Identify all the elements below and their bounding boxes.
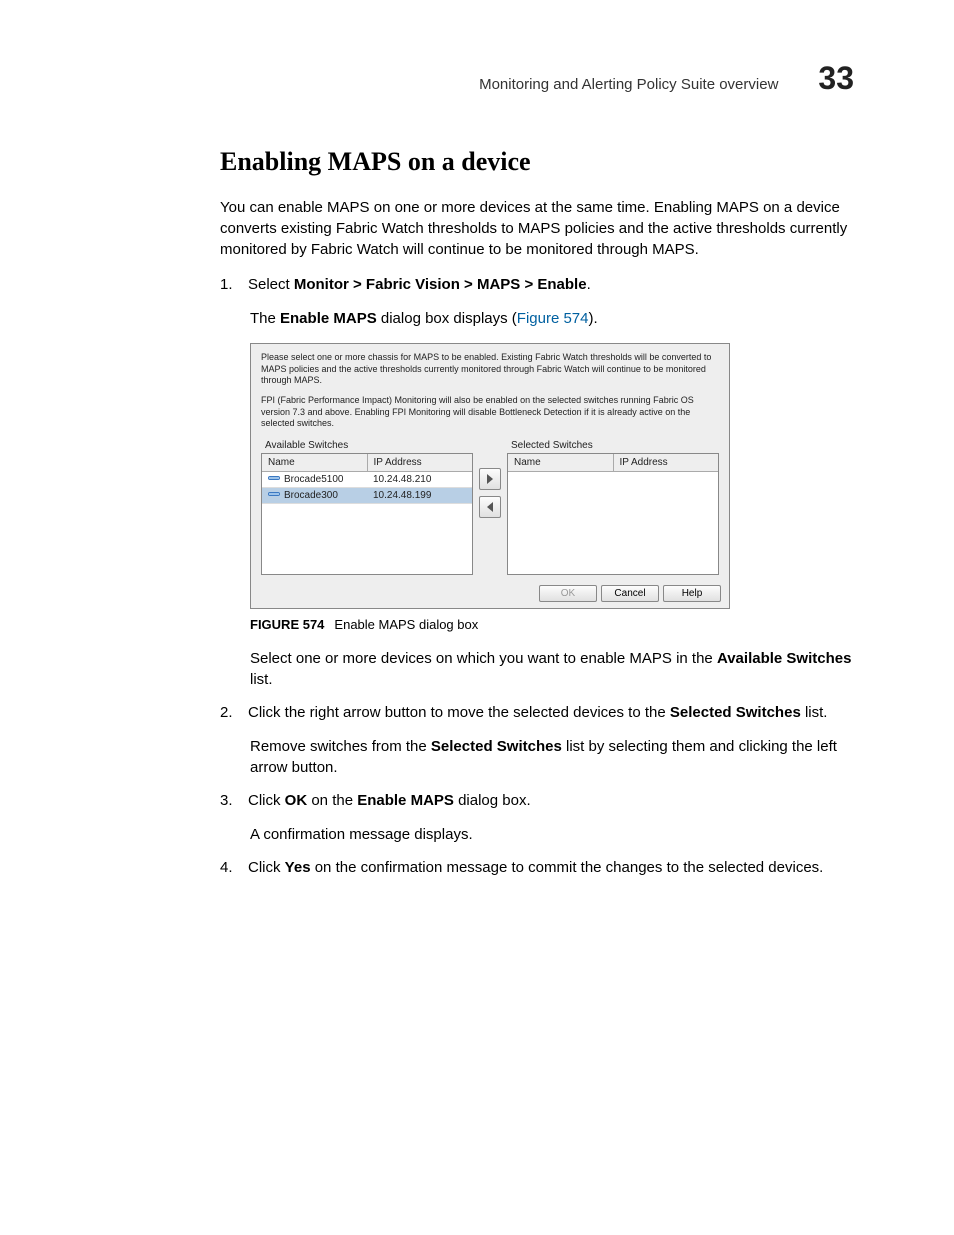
after-figure-text: Select one or more devices on which you … bbox=[250, 648, 854, 690]
text: dialog box displays ( bbox=[377, 310, 517, 327]
text: Remove switches from the bbox=[250, 738, 431, 755]
step-text: Select Monitor > Fabric Vision > MAPS > … bbox=[248, 276, 591, 293]
section-title: Enabling MAPS on a device bbox=[220, 147, 854, 177]
text: list. bbox=[250, 671, 273, 688]
text: ). bbox=[589, 310, 598, 327]
transfer-arrows bbox=[473, 438, 507, 518]
text: The bbox=[250, 310, 280, 327]
text: Click the right arrow button to move the… bbox=[248, 704, 670, 721]
available-switches-title: Available Switches bbox=[261, 438, 473, 453]
menu-path: Monitor > Fabric Vision > MAPS > Enable bbox=[294, 276, 587, 293]
switch-ip: 10.24.48.210 bbox=[367, 472, 472, 487]
figure-label: FIGURE 574 bbox=[250, 617, 324, 632]
text: OK bbox=[285, 792, 308, 809]
help-button[interactable]: Help bbox=[663, 585, 721, 602]
selected-switches-panel: Selected Switches Name IP Address bbox=[507, 438, 719, 575]
chapter-number: 33 bbox=[818, 60, 854, 97]
step-number: 2. bbox=[220, 704, 238, 721]
step-text: Click OK on the Enable MAPS dialog box. bbox=[248, 792, 531, 809]
step2-remove: Remove switches from the Selected Switch… bbox=[250, 736, 854, 778]
text: . bbox=[587, 276, 591, 293]
step-text: Click the right arrow button to move the… bbox=[248, 704, 827, 721]
available-switches-panel: Available Switches Name IP Address Bro bbox=[261, 438, 473, 575]
step-text: Click Yes on the confirmation message to… bbox=[248, 859, 823, 876]
text: Available Switches bbox=[717, 650, 852, 667]
move-right-button[interactable] bbox=[479, 468, 501, 490]
table-header: Name IP Address bbox=[508, 454, 718, 472]
text: Select bbox=[248, 276, 294, 293]
intro-paragraph: You can enable MAPS on one or more devic… bbox=[220, 197, 854, 260]
step3-result: A confirmation message displays. bbox=[250, 824, 854, 845]
switch-icon bbox=[268, 490, 280, 501]
text: Selected Switches bbox=[670, 704, 801, 721]
available-switches-table[interactable]: Name IP Address Brocade5100 10.24.48.210 bbox=[261, 453, 473, 575]
text: Yes bbox=[285, 859, 311, 876]
figure-text: Enable MAPS dialog box bbox=[334, 617, 478, 632]
text: on the bbox=[307, 792, 357, 809]
text: Enable MAPS bbox=[280, 310, 377, 327]
chevron-left-icon bbox=[486, 502, 494, 512]
step1-result: The Enable MAPS dialog box displays (Fig… bbox=[250, 308, 854, 329]
table-row[interactable]: Brocade300 10.24.48.199 bbox=[262, 488, 472, 504]
switch-ip: 10.24.48.199 bbox=[367, 488, 472, 503]
cancel-button[interactable]: Cancel bbox=[601, 585, 659, 602]
page-header: Monitoring and Alerting Policy Suite ove… bbox=[220, 60, 854, 97]
text: Select one or more devices on which you … bbox=[250, 650, 717, 667]
enable-maps-dialog: Please select one or more chassis for MA… bbox=[250, 343, 730, 609]
text: Enable MAPS bbox=[357, 792, 454, 809]
figure-caption: FIGURE 574 Enable MAPS dialog box bbox=[250, 617, 854, 632]
page: Monitoring and Alerting Policy Suite ove… bbox=[0, 0, 954, 1235]
col-name: Name bbox=[262, 454, 368, 471]
text: Click bbox=[248, 859, 285, 876]
ok-button[interactable]: OK bbox=[539, 585, 597, 602]
text: Selected Switches bbox=[431, 738, 562, 755]
text: dialog box. bbox=[454, 792, 531, 809]
dialog-buttons: OK Cancel Help bbox=[251, 579, 729, 608]
text: on the confirmation message to commit th… bbox=[311, 859, 824, 876]
selected-switches-title: Selected Switches bbox=[507, 438, 719, 453]
step-2: 2. Click the right arrow button to move … bbox=[220, 704, 854, 721]
table-row[interactable]: Brocade5100 10.24.48.210 bbox=[262, 472, 472, 488]
step-4: 4. Click Yes on the confirmation message… bbox=[220, 859, 854, 876]
switch-name: Brocade300 bbox=[284, 490, 338, 501]
header-title: Monitoring and Alerting Policy Suite ove… bbox=[479, 76, 778, 93]
step-number: 4. bbox=[220, 859, 238, 876]
col-name: Name bbox=[508, 454, 614, 471]
step-1: 1. Select Monitor > Fabric Vision > MAPS… bbox=[220, 276, 854, 293]
figure-link[interactable]: Figure 574 bbox=[517, 310, 589, 327]
col-ip: IP Address bbox=[368, 454, 473, 471]
dialog-paragraph-2: FPI (Fabric Performance Impact) Monitori… bbox=[261, 395, 719, 430]
chevron-right-icon bbox=[486, 474, 494, 484]
step-number: 1. bbox=[220, 276, 238, 293]
step-3: 3. Click OK on the Enable MAPS dialog bo… bbox=[220, 792, 854, 809]
switch-name: Brocade5100 bbox=[284, 474, 344, 485]
switch-icon bbox=[268, 474, 280, 485]
text: Click bbox=[248, 792, 285, 809]
col-ip: IP Address bbox=[614, 454, 719, 471]
table-header: Name IP Address bbox=[262, 454, 472, 472]
move-left-button[interactable] bbox=[479, 496, 501, 518]
selected-switches-table[interactable]: Name IP Address bbox=[507, 453, 719, 575]
dialog-paragraph-1: Please select one or more chassis for MA… bbox=[261, 352, 719, 387]
step-number: 3. bbox=[220, 792, 238, 809]
text: list. bbox=[801, 704, 828, 721]
